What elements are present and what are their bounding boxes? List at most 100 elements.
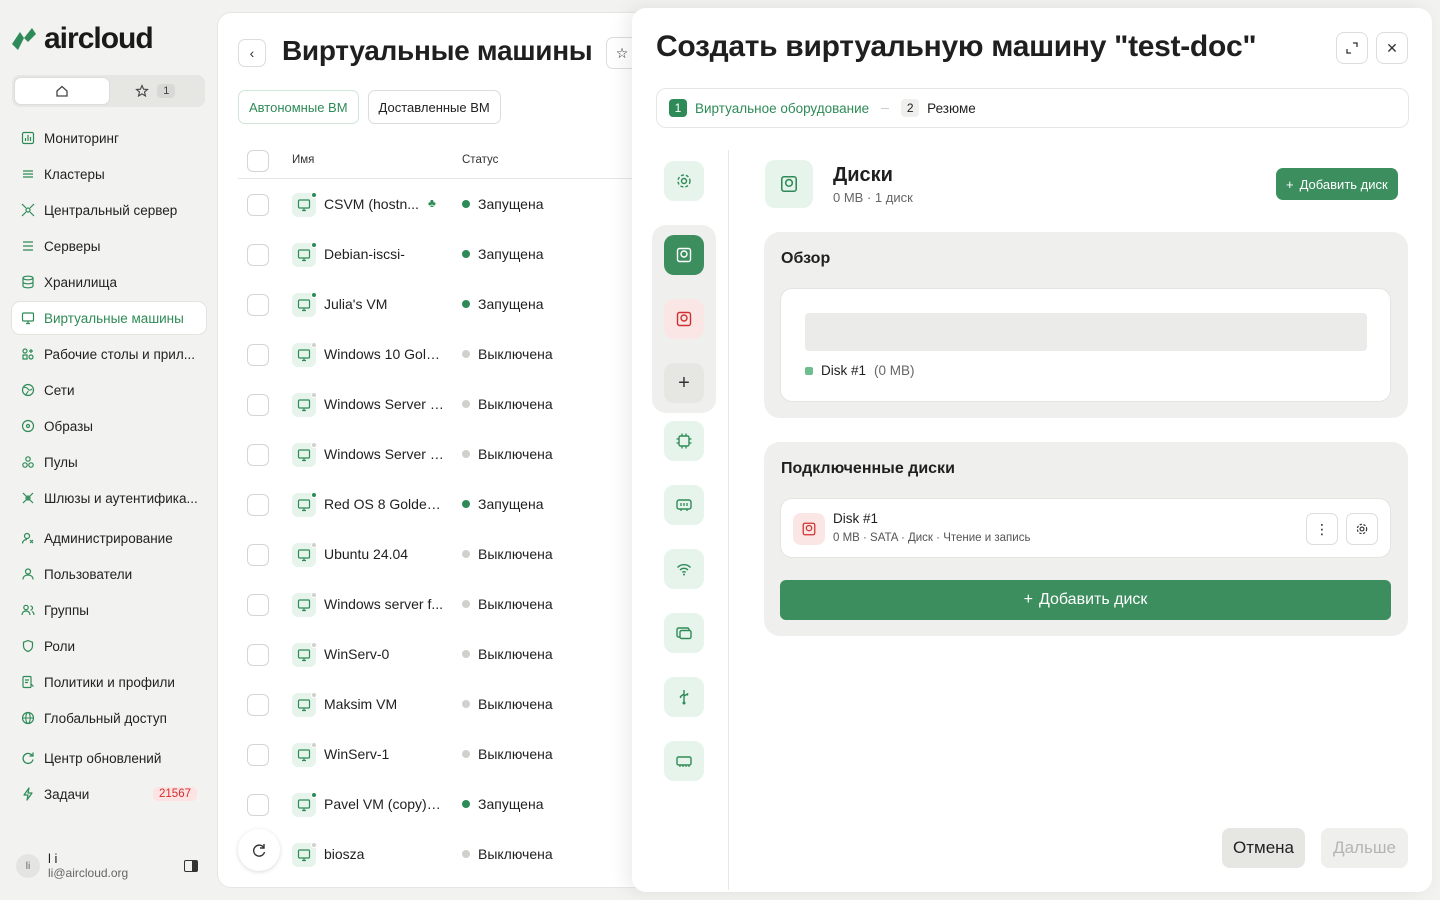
rail-network[interactable]	[664, 549, 704, 589]
sidebar-item-17[interactable]: Центр обновлений	[12, 742, 206, 774]
row-checkbox[interactable]	[247, 744, 269, 766]
table-row[interactable]: Ubuntu 24.04 Выключена	[238, 530, 656, 580]
vm-name[interactable]: Red OS 8 Golden ...	[324, 496, 444, 512]
rail-general-settings[interactable]	[664, 161, 704, 201]
sidebar-item-2[interactable]: Центральный сервер	[12, 194, 206, 226]
add-disk-button[interactable]: + Добавить диск	[780, 580, 1391, 620]
table-row[interactable]: Maksim VM Выключена	[238, 680, 656, 730]
table-row[interactable]: biosza Выключена	[238, 830, 656, 880]
sidebar-item-11[interactable]: Администрирование	[12, 522, 206, 554]
sidebar-item-4[interactable]: Хранилища	[12, 266, 206, 298]
vm-name[interactable]: Debian-iscsi-	[324, 246, 444, 262]
table-row[interactable]: Julia's VM Запущена	[238, 280, 656, 330]
disk-row[interactable]: Disk #1 0 MB · SATA · Диск · Чтение и за…	[780, 498, 1391, 558]
vm-name[interactable]: Windows Server 2...	[324, 396, 444, 412]
table-row[interactable]: Windows server f... Выключена	[238, 580, 656, 630]
row-checkbox[interactable]	[247, 294, 269, 316]
rail-display[interactable]	[664, 613, 704, 653]
row-checkbox[interactable]	[247, 794, 269, 816]
tab-delivered-vm[interactable]: Доставленные ВМ	[367, 90, 501, 124]
sidebar-item-label: Шлюзы и аутентифика...	[44, 490, 198, 506]
vm-name[interactable]: Windows server f...	[324, 596, 444, 612]
sidebar-toggle-icon[interactable]	[184, 860, 198, 872]
table-row[interactable]: Windows Server 2... Выключена	[238, 380, 656, 430]
column-status[interactable]: Статус	[462, 154, 498, 166]
cancel-button[interactable]: Отмена	[1222, 828, 1305, 868]
table-row[interactable]: CSVM (hostn... ♣ Запущена	[238, 180, 656, 230]
vm-name[interactable]: WinServ-0	[324, 646, 444, 662]
shield-icon	[21, 639, 35, 653]
table-row[interactable]: WinServ-0 Выключена	[238, 630, 656, 680]
vm-state-dot	[311, 292, 317, 298]
table-row[interactable]: Red OS 8 Golden ... Запущена	[238, 480, 656, 530]
vm-name[interactable]: Pavel VM (copy) de	[324, 796, 444, 812]
next-button[interactable]: Дальше	[1321, 828, 1408, 868]
refresh-button[interactable]	[238, 829, 280, 871]
sidebar-item-16[interactable]: Глобальный доступ	[12, 702, 206, 734]
tab-favorites[interactable]: 1	[109, 78, 203, 104]
rail-memory[interactable]	[664, 485, 704, 525]
vm-name[interactable]: Windows 10 Gold...	[324, 346, 444, 362]
disk-more-button[interactable]: ⋮	[1306, 513, 1338, 545]
vm-name[interactable]: biosza	[324, 846, 444, 862]
sidebar-item-8[interactable]: Образы	[12, 410, 206, 442]
sidebar-item-15[interactable]: Политики и профили	[12, 666, 206, 698]
row-checkbox[interactable]	[247, 594, 269, 616]
rail-usb[interactable]	[664, 677, 704, 717]
row-checkbox[interactable]	[247, 444, 269, 466]
expand-button[interactable]	[1336, 32, 1368, 64]
vm-name[interactable]: Windows Server 2...	[324, 446, 444, 462]
users-icon	[21, 603, 35, 617]
rail-cpu[interactable]	[664, 421, 704, 461]
rail-disk-1[interactable]	[664, 299, 704, 339]
sidebar-item-3[interactable]: Серверы	[12, 230, 206, 262]
sidebar-item-13[interactable]: Группы	[12, 594, 206, 626]
sidebar-item-5[interactable]: Виртуальные машины	[12, 302, 206, 334]
sidebar-item-0[interactable]: Мониторинг	[12, 122, 206, 154]
sidebar-item-18[interactable]: Задачи 21567	[12, 778, 206, 810]
vm-name[interactable]: Julia's VM	[324, 296, 444, 312]
row-checkbox[interactable]	[247, 694, 269, 716]
select-all-checkbox[interactable]	[247, 150, 269, 172]
vm-name[interactable]: WinServ-1	[324, 746, 444, 762]
tab-standalone-vm[interactable]: Автономные ВМ	[238, 90, 359, 124]
vm-name[interactable]: CSVM (hostn...	[324, 196, 444, 212]
rail-add-disk[interactable]: +	[664, 363, 704, 403]
rail-disk-selected[interactable]	[664, 235, 704, 275]
add-disk-button-top[interactable]: + Добавить диск	[1276, 168, 1398, 200]
user-profile[interactable]: li l i li@aircloud.org	[16, 852, 198, 880]
column-name[interactable]: Имя	[292, 154, 314, 166]
sidebar-item-1[interactable]: Кластеры	[12, 158, 206, 190]
back-button[interactable]: ‹	[238, 39, 266, 67]
table-row[interactable]: Debian-iscsi- Запущена	[238, 230, 656, 280]
rail-pci[interactable]	[664, 741, 704, 781]
table-row[interactable]: WinServ-1 Выключена	[238, 730, 656, 780]
disk-settings-button[interactable]	[1346, 513, 1378, 545]
row-checkbox[interactable]	[247, 244, 269, 266]
sidebar-item-10[interactable]: Шлюзы и аутентифика...	[12, 482, 206, 514]
pci-icon	[676, 756, 692, 767]
close-button[interactable]: ✕	[1376, 32, 1408, 64]
sidebar-item-6[interactable]: Рабочие столы и прил...	[12, 338, 206, 370]
brand-logo[interactable]: aircloud	[10, 22, 154, 56]
row-checkbox[interactable]	[247, 344, 269, 366]
table-row[interactable]: Windows Server 2... Выключена	[238, 430, 656, 480]
sidebar-item-9[interactable]: Пулы	[12, 446, 206, 478]
row-checkbox[interactable]	[247, 644, 269, 666]
step-1-label[interactable]: Виртуальное оборудование	[695, 101, 869, 116]
row-checkbox[interactable]	[247, 194, 269, 216]
vm-name[interactable]: Ubuntu 24.04	[324, 546, 444, 562]
status-dot	[462, 200, 470, 208]
vm-status: Выключена	[462, 646, 553, 662]
table-row[interactable]: Windows 10 Gold... Выключена	[238, 330, 656, 380]
row-checkbox[interactable]	[247, 494, 269, 516]
sidebar-item-12[interactable]: Пользователи	[12, 558, 206, 590]
table-row[interactable]: Pavel VM (copy) de Запущена	[238, 780, 656, 830]
tab-home[interactable]	[15, 78, 109, 104]
sidebar-item-14[interactable]: Роли	[12, 630, 206, 662]
vm-name[interactable]: Maksim VM	[324, 696, 444, 712]
step-2-label[interactable]: Резюме	[927, 101, 976, 116]
row-checkbox[interactable]	[247, 544, 269, 566]
row-checkbox[interactable]	[247, 394, 269, 416]
sidebar-item-7[interactable]: Сети	[12, 374, 206, 406]
